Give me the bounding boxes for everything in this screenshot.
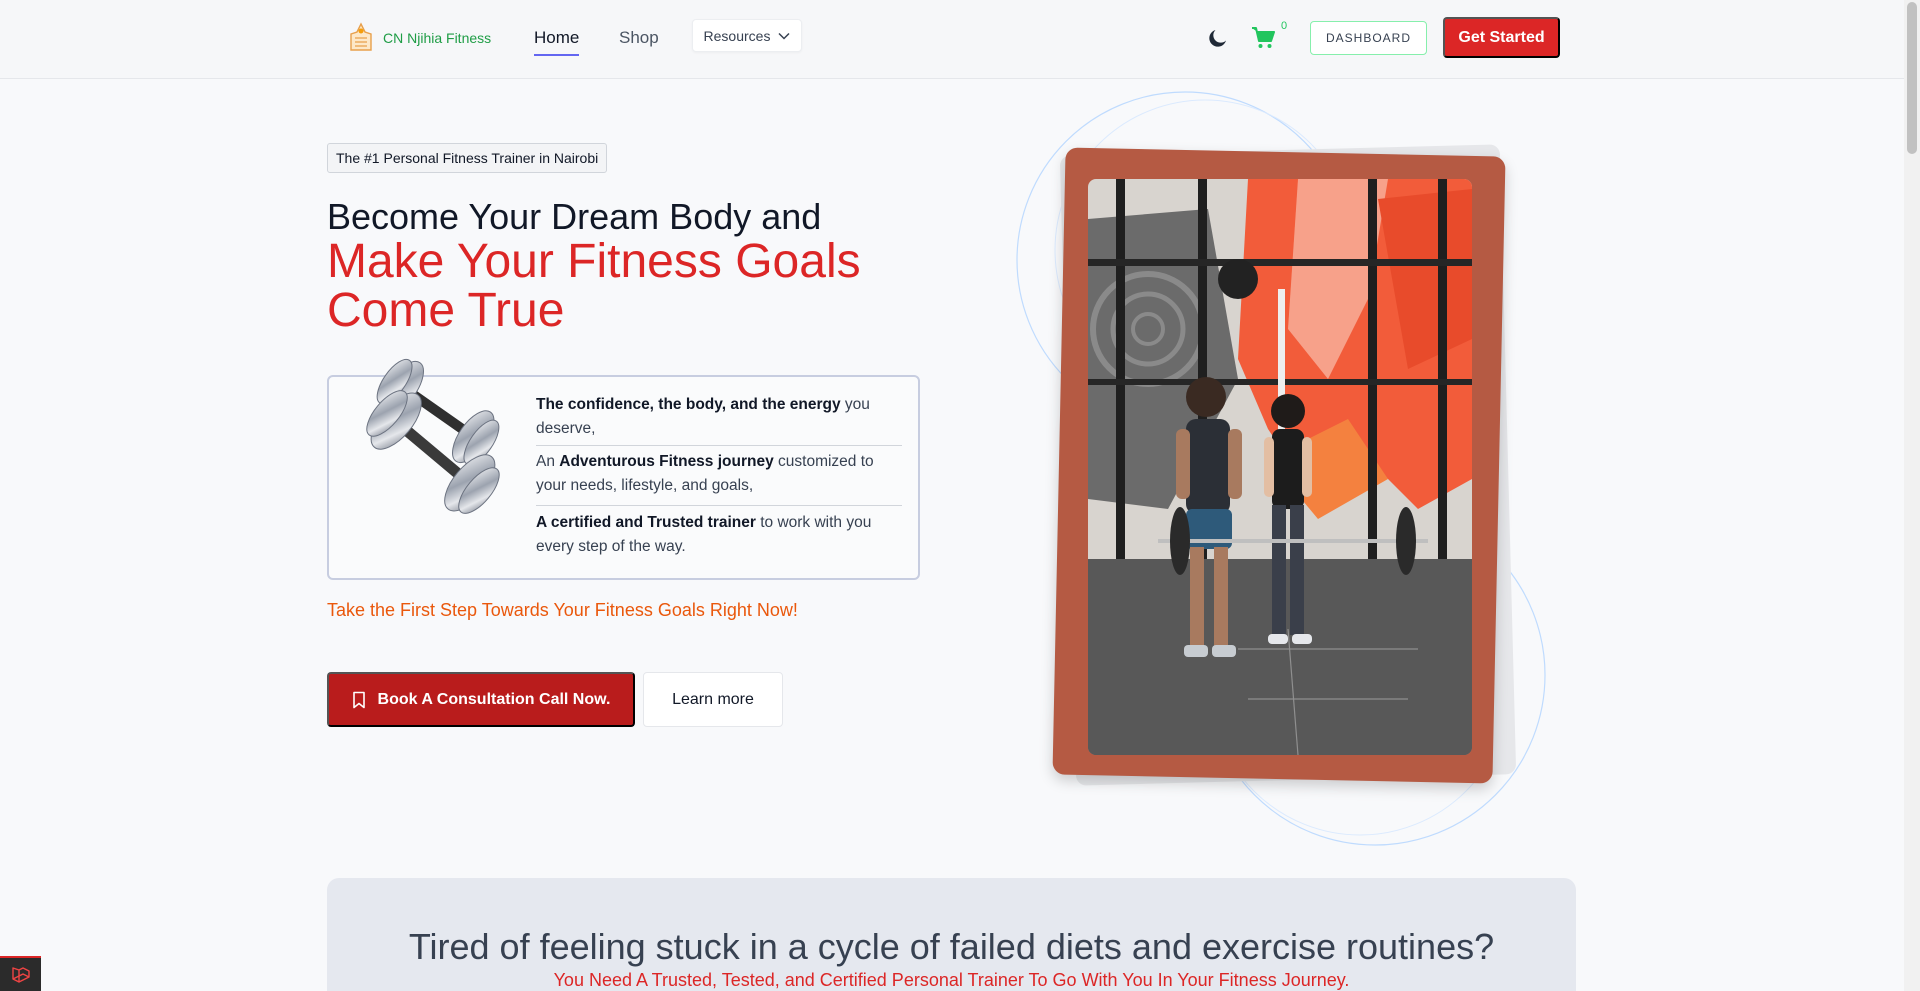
learn-more-button[interactable]: Learn more (643, 672, 783, 727)
cta-text: Take the First Step Towards Your Fitness… (327, 600, 798, 620)
feature-divider (536, 445, 902, 446)
dashboard-button[interactable]: DASHBOARD (1310, 21, 1427, 55)
moon-icon[interactable] (1206, 26, 1230, 50)
feature-item-3: A certified and Trusted trainer to work … (536, 511, 902, 559)
laravel-icon (11, 966, 30, 983)
feature-2-bold: Adventurous Fitness journey (559, 453, 774, 470)
feature-1-bold: The confidence, the body, and the energy (536, 396, 841, 413)
navbar: CN Njihia Fitness Home Shop Resources 0 … (0, 0, 1904, 79)
nav-shop-link[interactable]: Shop (619, 28, 659, 48)
book-consultation-label: Book A Consultation Call Now. (377, 690, 611, 708)
scrollbar-thumb[interactable] (1907, 2, 1917, 154)
hero-badge: The #1 Personal Fitness Trainer in Nairo… (327, 143, 608, 173)
cart-count-badge: 0 (1281, 20, 1288, 32)
feature-item-2: An Adventurous Fitness journey customize… (536, 450, 902, 498)
hero-headline-line2: Make Your Fitness Goals Come True (327, 235, 861, 337)
resources-label: Resources (703, 27, 771, 44)
chevron-down-icon (778, 32, 790, 40)
nav-home-link[interactable]: Home (534, 28, 580, 56)
problem-title: Tired of feeling stuck in a cycle of fai… (408, 926, 1495, 967)
brand-name: CN Njihia Fitness (383, 30, 492, 46)
dumbbells-image (366, 358, 500, 514)
feature-3-bold: A certified and Trusted trainer (536, 514, 756, 531)
book-consultation-button[interactable]: Book A Consultation Call Now. (327, 672, 635, 727)
resources-dropdown-button[interactable]: Resources (692, 19, 802, 52)
brand-link[interactable]: CN Njihia Fitness (347, 22, 491, 54)
gym-photo (1088, 179, 1472, 755)
bookmark-icon (352, 691, 365, 708)
vertical-scrollbar[interactable] (1904, 0, 1920, 991)
brand-logo-icon (350, 22, 372, 51)
problem-subtitle: You Need A Trusted, Tested, and Certifie… (553, 970, 1350, 990)
feature-2-prefix: An (536, 453, 560, 470)
feature-divider (536, 505, 902, 506)
hero-headline-line1: Become Your Dream Body and (327, 196, 822, 237)
get-started-button[interactable]: Get Started (1443, 17, 1560, 58)
feature-item-1: The confidence, the body, and the energy… (536, 393, 902, 441)
laravel-debug-badge[interactable] (0, 956, 41, 991)
cart-icon[interactable] (1250, 25, 1276, 51)
problem-section: Tired of feeling stuck in a cycle of fai… (327, 878, 1576, 991)
